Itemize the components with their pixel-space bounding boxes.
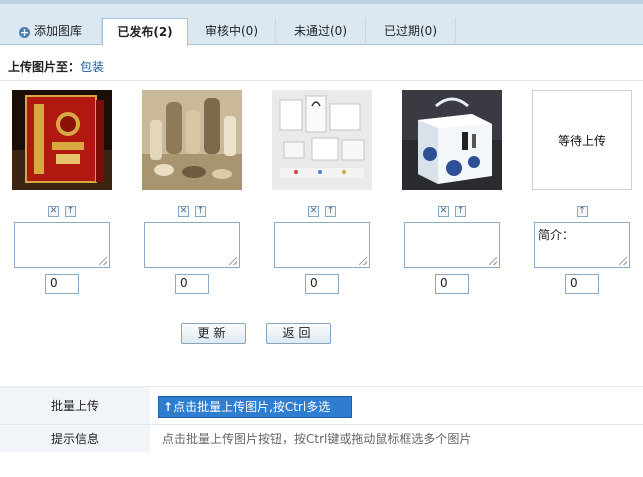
sort-order-input[interactable]: 0 <box>435 274 469 294</box>
upload-arrow-icon[interactable]: ↑ <box>65 206 76 217</box>
batch-upload-button[interactable]: ↑点击批量上传图片,按Ctrl多选 <box>158 396 352 418</box>
tab-add-gallery-label: 添加图库 <box>33 24 82 38</box>
batch-upload-row: 批量上传 ↑点击批量上传图片,按Ctrl多选 <box>0 386 643 424</box>
sort-order-input[interactable]: 0 <box>565 274 599 294</box>
tab-rejected-label: 未通过(0) <box>294 24 347 38</box>
product-image-pottery[interactable] <box>142 90 242 190</box>
hint-row: 提示信息 点击批量上传图片按钮，按Ctrl键或拖动鼠标框选多个图片 <box>0 424 643 452</box>
resize-grip-icon[interactable] <box>489 257 497 265</box>
tab-published-label: 已发布(2) <box>117 25 173 39</box>
slot-actions: ✕ ↑ <box>142 202 242 217</box>
description-textarea[interactable] <box>14 222 110 268</box>
slot-actions: ✕ ↑ <box>12 202 112 217</box>
tab-expired-label: 已过期(0) <box>384 24 437 38</box>
description-textarea[interactable] <box>404 222 500 268</box>
delete-icon[interactable]: ✕ <box>438 206 449 217</box>
image-slot: ✕ ↑ 0 <box>12 90 112 294</box>
back-button[interactable]: 返回 <box>266 323 331 344</box>
description-textarea[interactable] <box>144 222 240 268</box>
upload-target-label: 上传图片至： <box>8 60 81 74</box>
upload-arrow-icon[interactable]: ↑ <box>325 206 336 217</box>
tab-reviewing-label: 审核中(0) <box>205 24 258 38</box>
tab-rejected[interactable]: 未通过(0) <box>276 18 366 45</box>
delete-icon[interactable]: ✕ <box>308 206 319 217</box>
upload-placeholder[interactable]: 等待上传 <box>532 90 632 190</box>
resize-grip-icon[interactable] <box>619 257 627 265</box>
resize-grip-icon[interactable] <box>229 257 237 265</box>
delete-icon[interactable]: ✕ <box>48 206 59 217</box>
product-image-packaging-set[interactable] <box>272 90 372 190</box>
sort-order-input[interactable]: 0 <box>305 274 339 294</box>
delete-icon[interactable]: ✕ <box>178 206 189 217</box>
plus-circle-icon: + <box>18 26 30 39</box>
sort-order-value: 0 <box>180 276 188 290</box>
tab-reviewing[interactable]: 审核中(0) <box>188 18 276 45</box>
upload-arrow-icon[interactable]: ↑ <box>195 206 206 217</box>
sort-order-input[interactable]: 0 <box>45 274 79 294</box>
upload-target: 上传图片至：包装 <box>8 58 104 75</box>
hint-text: 点击批量上传图片按钮，按Ctrl键或拖动鼠标框选多个图片 <box>162 432 472 446</box>
resize-grip-icon[interactable] <box>359 257 367 265</box>
waiting-upload-text: 等待上传 <box>557 133 606 148</box>
hint-value: 点击批量上传图片按钮，按Ctrl键或拖动鼠标框选多个图片 <box>150 425 643 452</box>
description-textarea[interactable]: 简介： <box>534 222 630 268</box>
slot-actions: ↑ <box>532 202 632 217</box>
image-slot: ✕ ↑ 0 <box>272 90 372 294</box>
slot-actions: ✕ ↑ <box>402 202 502 217</box>
divider <box>0 80 643 81</box>
hint-label: 提示信息 <box>0 425 150 452</box>
up-arrow-icon: ↑ <box>163 400 174 414</box>
sort-order-value: 0 <box>50 276 58 290</box>
image-slot: 等待上传 ↑ 简介： 0 <box>532 90 632 294</box>
resize-grip-icon[interactable] <box>99 257 107 265</box>
slot-actions: ✕ ↑ <box>272 202 372 217</box>
batch-upload-label: 批量上传 <box>0 387 150 424</box>
update-button[interactable]: 更新 <box>181 323 246 344</box>
upload-arrow-icon[interactable]: ↑ <box>576 206 588 217</box>
tab-published[interactable]: 已发布(2) <box>102 18 188 46</box>
description-textarea[interactable] <box>274 222 370 268</box>
sort-order-value: 0 <box>570 276 578 290</box>
tab-add-gallery[interactable]: + 添加图库 <box>0 18 102 45</box>
sort-order-value: 0 <box>440 276 448 290</box>
product-image-gift-box[interactable] <box>12 90 112 190</box>
image-slot: ✕ ↑ 0 <box>402 90 502 294</box>
sort-order-value: 0 <box>310 276 318 290</box>
batch-upload-value: ↑点击批量上传图片,按Ctrl多选 <box>150 387 643 424</box>
batch-upload-button-label: 点击批量上传图片,按Ctrl多选 <box>173 400 331 414</box>
sort-order-input[interactable]: 0 <box>175 274 209 294</box>
image-slot: ✕ ↑ 0 <box>142 90 242 294</box>
tab-bar: + 添加图库 已发布(2) 审核中(0) 未通过(0) 已过期(0) <box>0 4 643 46</box>
upload-arrow-icon[interactable]: ↑ <box>455 206 466 217</box>
tab-expired[interactable]: 已过期(0) <box>366 18 456 45</box>
category-link[interactable]: 包装 <box>80 60 104 74</box>
product-image-porcelain-box[interactable] <box>402 90 502 190</box>
description-text: 简介： <box>538 228 575 242</box>
